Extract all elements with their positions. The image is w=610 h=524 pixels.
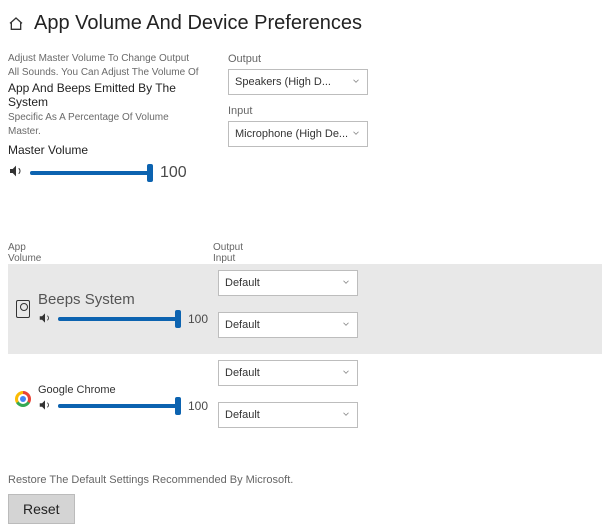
restore-defaults-text: Restore The Default Settings Recommended…: [8, 474, 602, 486]
page-title: App Volume And Device Preferences: [34, 12, 362, 35]
page-header: App Volume And Device Preferences: [8, 12, 602, 35]
app-input-select[interactable]: Default: [218, 402, 358, 428]
app-volume-slider[interactable]: [58, 404, 178, 408]
speaker-icon: [38, 398, 52, 415]
app-row: Beeps System 100 Default Default: [8, 264, 602, 354]
app-input-select[interactable]: Default: [218, 312, 358, 338]
app-input-value: Default: [225, 409, 260, 421]
app-name: Beeps System: [38, 291, 214, 308]
app-output-select[interactable]: Default: [218, 270, 358, 296]
master-volume-slider[interactable]: [30, 171, 150, 175]
master-desc-line: Specific As A Percentage Of Volume: [8, 112, 208, 123]
app-volume-slider[interactable]: [58, 317, 178, 321]
app-list-header: App Volume Output Input: [8, 242, 602, 264]
chevron-down-icon: [341, 277, 351, 290]
speaker-icon: [38, 311, 52, 328]
chevron-down-icon: [351, 128, 361, 141]
chrome-icon: [12, 391, 34, 407]
master-desc-line: Master.: [8, 126, 208, 137]
app-row: Google Chrome 100 Default Default: [8, 354, 602, 444]
speaker-icon: [8, 163, 24, 182]
app-col-label: Volume: [8, 253, 213, 264]
output-device-label: Output: [228, 53, 378, 65]
app-col-label: App: [8, 242, 213, 253]
master-desc-line: App And Beeps Emitted By The System: [8, 81, 208, 109]
master-section: Adjust Master Volume To Change Output Al…: [8, 53, 208, 182]
home-icon[interactable]: [8, 16, 24, 32]
input-col-label: Input: [213, 253, 363, 264]
app-output-select[interactable]: Default: [218, 360, 358, 386]
master-desc-line: All Sounds. You Can Adjust The Volume Of: [8, 67, 208, 78]
device-section: Output Speakers (High D... Input Microph…: [228, 53, 378, 182]
system-sounds-icon: [12, 300, 34, 318]
chevron-down-icon: [351, 76, 361, 89]
app-list-section: App Volume Output Input Beeps System 100: [8, 242, 602, 444]
chevron-down-icon: [341, 319, 351, 332]
input-device-select[interactable]: Microphone (High De...: [228, 121, 368, 147]
master-volume-label: Master Volume: [8, 143, 208, 157]
app-name: Google Chrome: [38, 384, 214, 396]
app-volume-value: 100: [188, 399, 208, 413]
app-output-value: Default: [225, 277, 260, 289]
master-volume-value: 100: [160, 164, 187, 182]
app-output-value: Default: [225, 367, 260, 379]
app-volume-value: 100: [188, 312, 208, 326]
output-device-value: Speakers (High D...: [235, 76, 331, 88]
master-desc-line: Adjust Master Volume To Change Output: [8, 53, 208, 64]
app-input-value: Default: [225, 319, 260, 331]
output-col-label: Output: [213, 242, 363, 253]
input-device-value: Microphone (High De...: [235, 128, 348, 140]
chevron-down-icon: [341, 409, 351, 422]
reset-button[interactable]: Reset: [8, 494, 75, 524]
output-device-select[interactable]: Speakers (High D...: [228, 69, 368, 95]
chevron-down-icon: [341, 367, 351, 380]
input-device-label: Input: [228, 105, 378, 117]
